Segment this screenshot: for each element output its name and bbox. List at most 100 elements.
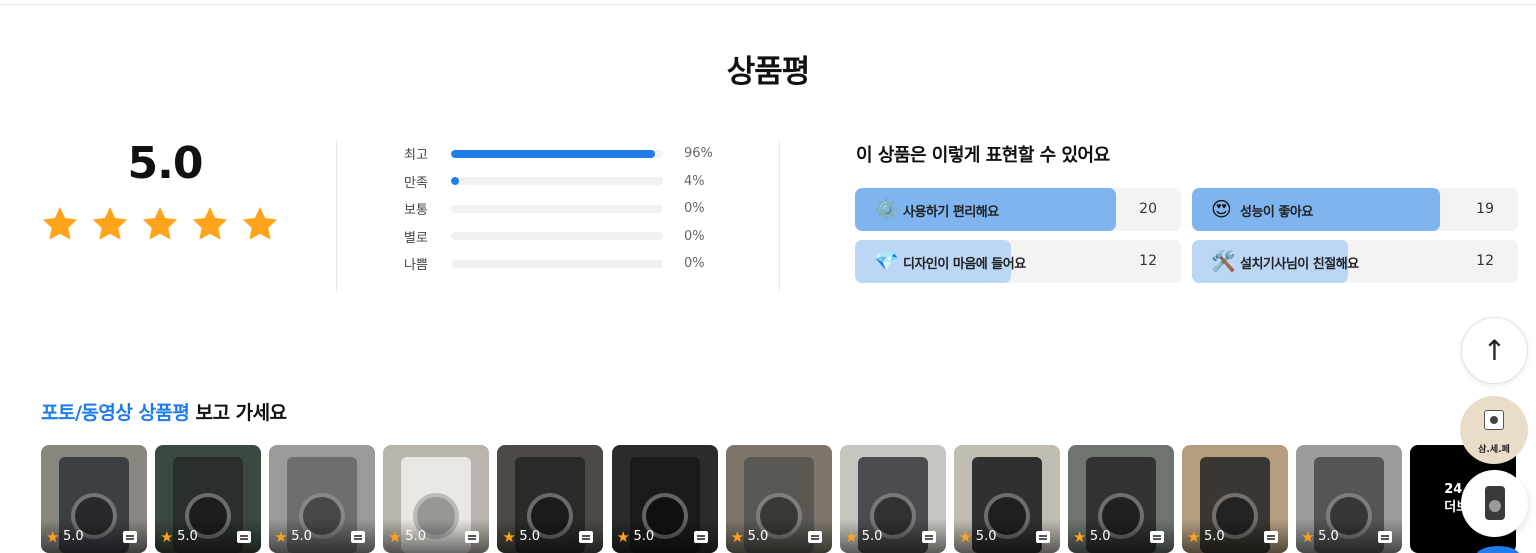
distribution-label: 만족	[404, 175, 428, 191]
star-icon: ★	[730, 528, 745, 546]
photo-review-thumbnail[interactable]: ★ 5.0	[41, 445, 147, 553]
keyword-chip: 😍 성능이 좋아요 19	[1192, 188, 1518, 231]
thumbnail-score: 5.0	[1204, 529, 1225, 544]
keyword-label: 설치기사님이 친절해요	[1240, 257, 1359, 272]
thumbnail-score: 5.0	[177, 529, 198, 544]
photo-review-thumbnail[interactable]: ★ 5.0	[497, 445, 604, 553]
distribution-label: 보통	[404, 203, 428, 219]
diamond-icon: 💎	[874, 249, 899, 273]
keyword-count: 20	[1139, 201, 1157, 217]
shop-event-label: 삼.세.페	[1478, 445, 1510, 455]
photo-review-thumbnail[interactable]: ★ 5.0	[611, 445, 718, 553]
distribution-percent: 0%	[684, 228, 705, 244]
thumbnail-score: 5.0	[405, 529, 426, 544]
recent-product-button[interactable]	[1461, 470, 1528, 537]
photo-review-thumbnail[interactable]: ★ 5.0	[1296, 445, 1403, 553]
thumbnail-score: 5.0	[1318, 529, 1339, 544]
photo-review-thumbnail[interactable]: ★ 5.0	[953, 445, 1060, 553]
washer-product-icon	[1485, 486, 1505, 520]
distribution-bar	[451, 177, 663, 186]
distribution-row: 최고 96%	[393, 140, 733, 168]
thumbnail-score: 5.0	[975, 529, 997, 544]
keyword-label: 디자인이 마음에 들어요	[903, 257, 1026, 272]
distribution-row: 만족 4%	[393, 168, 733, 196]
comment-icon	[579, 531, 594, 543]
comment-icon	[807, 531, 822, 543]
average-score: 5.0	[127, 138, 204, 189]
star-icon: ★	[1187, 528, 1201, 546]
comment-icon	[693, 531, 708, 543]
distribution-label: 별로	[404, 230, 428, 246]
keyword-chip: ⚙️ 사용하기 편리해요 20	[855, 188, 1181, 231]
photo-review-title: 포토/동영상 상품평 보고 가세요	[41, 398, 287, 425]
distribution-bar	[451, 259, 663, 268]
photo-review-thumbnail[interactable]: ★ 5.0	[1067, 445, 1174, 553]
thumbnail-score: 5.0	[519, 529, 541, 544]
shop-event-button[interactable]: 삼.세.페	[1460, 396, 1528, 464]
distribution-percent: 0%	[684, 256, 705, 272]
keyword-chip: 💎 디자인이 마음에 들어요 12	[855, 240, 1181, 283]
heart-eyes-icon: 😍	[1211, 197, 1232, 221]
keyword-label: 성능이 좋아요	[1240, 205, 1313, 220]
thumbnail-score: 5.0	[861, 529, 883, 544]
distribution-bar	[451, 232, 663, 241]
star-icon: ★	[958, 528, 973, 546]
distribution-row: 보통 0%	[393, 195, 733, 223]
keyword-count: 12	[1139, 253, 1157, 269]
photo-review-thumbnail[interactable]: ★ 5.0	[383, 445, 490, 553]
photo-review-thumbnail[interactable]: ★ 5.0	[1182, 445, 1288, 553]
divider	[336, 140, 337, 292]
star-icon	[190, 204, 230, 244]
distribution-bar-fill	[451, 177, 460, 186]
star-icon: ★	[388, 528, 402, 546]
distribution-percent: 4%	[684, 173, 705, 189]
keyword-count: 12	[1476, 253, 1494, 269]
star-icon: ★	[502, 528, 516, 546]
photo-review-thumbnail[interactable]: ★ 5.0	[155, 445, 262, 553]
distribution-label: 나쁨	[404, 258, 428, 274]
star-icon: ★	[160, 528, 174, 546]
thumbnail-score: 5.0	[291, 529, 312, 544]
photo-review-thumbnail[interactable]: ★ 5.0	[269, 445, 376, 553]
arrow-up-icon: ↑	[1482, 334, 1507, 367]
comment-icon	[123, 531, 137, 543]
section-title: 상품평	[726, 54, 811, 90]
scroll-top-button[interactable]: ↑	[1461, 317, 1528, 384]
comment-icon	[1149, 531, 1164, 543]
distribution-label: 최고	[404, 148, 428, 164]
star-icon	[90, 204, 130, 244]
distribution-percent: 96%	[684, 146, 713, 162]
comment-icon	[1264, 531, 1278, 543]
photo-review-thumbnail[interactable]: ★ 5.0	[839, 445, 946, 553]
thumbnail-score: 5.0	[63, 529, 84, 544]
top-divider	[0, 4, 1536, 5]
distribution-percent: 0%	[684, 201, 705, 217]
divider	[779, 140, 780, 292]
comment-icon	[1035, 531, 1050, 543]
distribution-bar	[451, 149, 663, 158]
star-icon	[140, 204, 180, 244]
star-icon: ★	[1072, 528, 1087, 546]
thumbnail-score: 5.0	[633, 529, 655, 544]
star-icon: ★	[844, 528, 859, 546]
distribution-bar-fill	[451, 149, 655, 158]
photo-review-thumbnail[interactable]: ★ 5.0	[725, 445, 832, 553]
keyword-count: 19	[1476, 201, 1494, 217]
rating-distribution: 최고 96% 만족 4% 보통 0% 별로 0% 나쁨 0%	[393, 140, 733, 278]
star-icon: ★	[46, 528, 60, 546]
photo-review-title-rest: 보고 가세요	[189, 402, 288, 424]
washer-icon	[1484, 410, 1504, 430]
distribution-row: 나쁨 0%	[393, 250, 733, 278]
star-icon	[40, 204, 80, 244]
photo-review-title-highlight: 포토/동영상 상품평	[41, 402, 190, 424]
star-icon: ★	[616, 528, 630, 546]
comment-icon	[237, 531, 252, 543]
star-icon	[240, 204, 280, 244]
rating-stars	[40, 204, 280, 244]
thumbnail-score: 5.0	[1089, 529, 1111, 544]
star-icon: ★	[1301, 528, 1315, 546]
gear-icon: ⚙️	[874, 197, 899, 221]
keyword-chip: 🛠️ 설치기사님이 친절해요 12	[1192, 240, 1518, 283]
comment-icon	[351, 531, 366, 543]
comment-icon	[921, 531, 936, 543]
